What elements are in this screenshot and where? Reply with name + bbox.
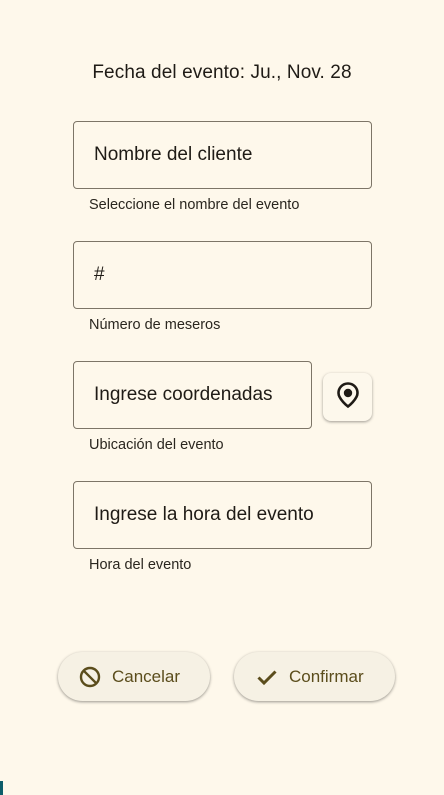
check-icon: [255, 665, 279, 689]
block-icon: [78, 665, 102, 689]
cancel-button-label: Cancelar: [112, 666, 181, 686]
location-target-icon: [334, 381, 362, 414]
event-time-field[interactable]: [73, 481, 372, 549]
event-time-input[interactable]: [74, 482, 371, 548]
waiters-field[interactable]: [73, 241, 372, 309]
waiters-helper: Número de meseros: [89, 317, 221, 333]
pick-location-button[interactable]: [323, 373, 372, 421]
cancel-button[interactable]: Cancelar: [58, 652, 210, 701]
client-name-field[interactable]: [73, 121, 372, 189]
confirm-button[interactable]: Confirmar: [234, 652, 395, 701]
window-edge-accent: [0, 781, 3, 795]
location-helper: Ubicación del evento: [89, 437, 224, 453]
confirm-button-label: Confirmar: [289, 666, 364, 686]
client-name-input[interactable]: [74, 122, 371, 188]
coordinates-field[interactable]: [73, 361, 312, 429]
client-name-helper: Seleccione el nombre del evento: [89, 197, 300, 213]
event-form-screen: Fecha del evento: Ju., Nov. 28 Seleccion…: [0, 0, 444, 795]
coordinates-input[interactable]: [74, 362, 311, 428]
event-date-title: Fecha del evento: Ju., Nov. 28: [92, 62, 352, 83]
event-time-helper: Hora del evento: [89, 557, 192, 573]
waiters-input[interactable]: [74, 242, 371, 308]
